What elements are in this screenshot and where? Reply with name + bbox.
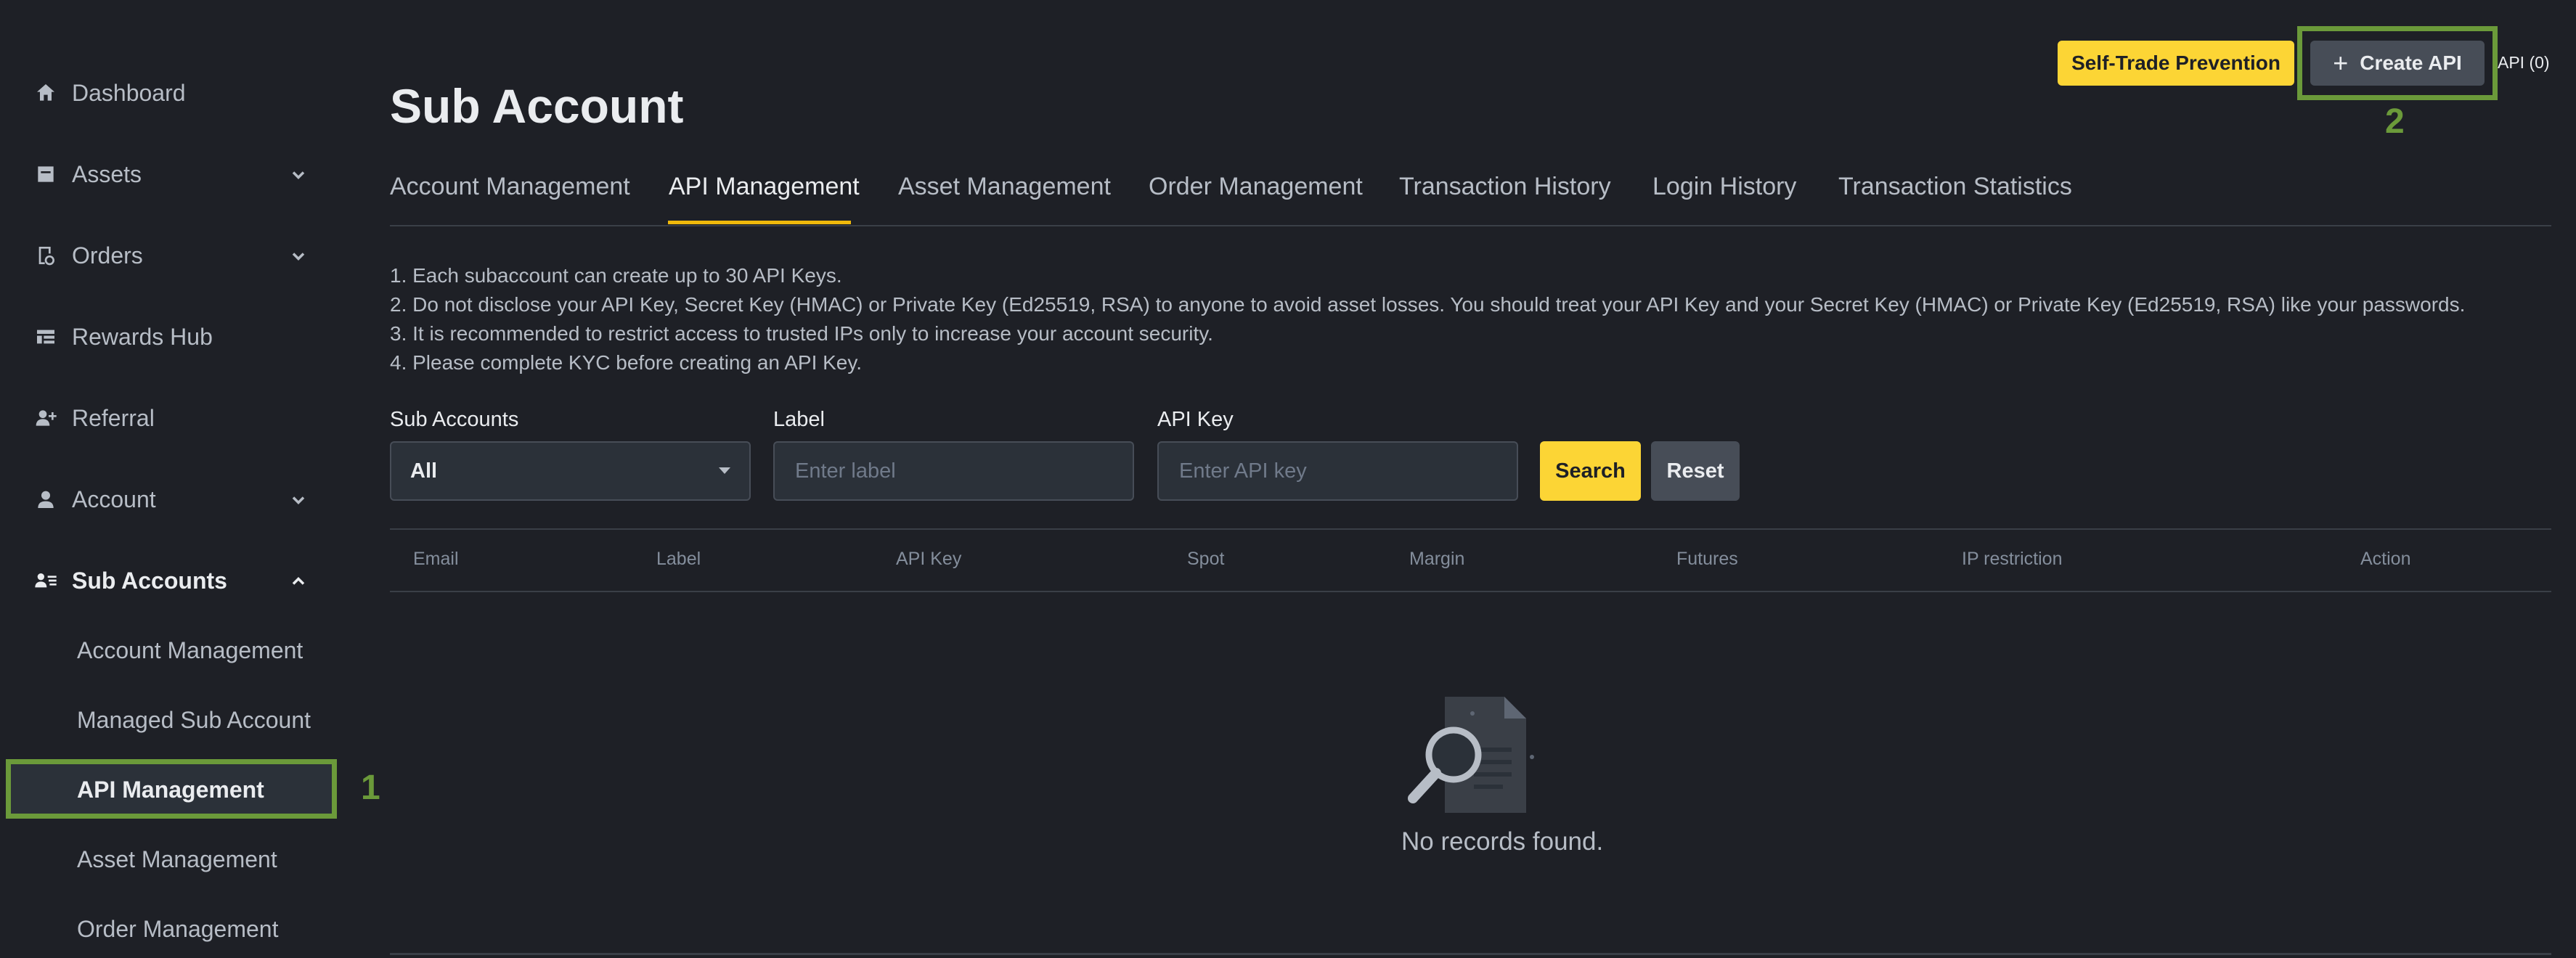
chevron-down-icon[interactable] xyxy=(288,164,309,184)
tab-account-management[interactable]: Account Management xyxy=(390,173,630,201)
divider xyxy=(390,953,2551,955)
sidebar-item-sub-accounts[interactable]: Sub Accounts xyxy=(33,559,309,602)
sub-accounts-select[interactable]: All xyxy=(390,441,751,501)
column-header-margin: Margin xyxy=(1409,549,1465,569)
tab-transaction-history[interactable]: Transaction History xyxy=(1399,173,1611,201)
step-marker-1: 1 xyxy=(361,769,380,807)
sidebar-item-referral[interactable]: Referral xyxy=(33,396,309,440)
sidebar-item-label: Assets xyxy=(72,160,142,187)
column-header-action: Action xyxy=(2360,549,2411,569)
page-title: Sub Account xyxy=(390,79,684,133)
search-button[interactable]: Search xyxy=(1540,441,1641,501)
chevron-up-icon[interactable] xyxy=(288,570,309,591)
tab-asset-management[interactable]: Asset Management xyxy=(898,173,1111,201)
sidebar-item-label: Dashboard xyxy=(72,79,186,106)
sub-accounts-icon xyxy=(33,568,59,594)
label-field-wrapper xyxy=(773,441,1134,501)
sidebar: Dashboard Assets Orders Rewards Hub Refe… xyxy=(0,0,380,958)
home-icon xyxy=(33,80,59,106)
column-header-label: Label xyxy=(656,549,701,569)
sidebar-subitem-order-management[interactable]: Order Management xyxy=(77,907,278,951)
tab-api-management[interactable]: API Management xyxy=(669,173,860,201)
no-records-icon xyxy=(1408,697,1534,813)
api-key-input[interactable] xyxy=(1178,458,1500,484)
sidebar-item-dashboard[interactable]: Dashboard xyxy=(33,71,309,115)
sub-accounts-select-value: All xyxy=(410,459,438,483)
sub-accounts-filter-label: Sub Accounts xyxy=(390,408,519,431)
step-marker-2: 2 xyxy=(2385,102,2405,141)
sidebar-subitem-asset-management[interactable]: Asset Management xyxy=(77,838,277,881)
create-api-label: Create API xyxy=(2360,52,2462,74)
reset-button[interactable]: Reset xyxy=(1651,441,1740,501)
create-api-button[interactable]: + Create API xyxy=(2310,41,2485,86)
rewards-icon xyxy=(33,324,59,350)
note-line: 2. Do not disclose your API Key, Secret … xyxy=(390,293,2466,316)
orders-icon xyxy=(33,242,59,269)
wallet-icon xyxy=(33,161,59,187)
api-key-filter-label: API Key xyxy=(1157,408,1234,431)
note-line: 3. It is recommended to restrict access … xyxy=(390,322,1213,345)
api-notes: 1. Each subaccount can create up to 30 A… xyxy=(390,261,2465,377)
plus-icon: + xyxy=(2333,48,2349,78)
sidebar-item-label: Referral xyxy=(72,404,155,431)
sidebar-item-label: Sub Accounts xyxy=(72,567,227,594)
sidebar-item-label: Account xyxy=(72,486,156,512)
sidebar-item-label: Rewards Hub xyxy=(72,323,213,350)
sidebar-subitem-api-management[interactable]: API Management xyxy=(77,768,264,811)
sidebar-item-assets[interactable]: Assets xyxy=(33,152,309,196)
chevron-down-icon[interactable] xyxy=(288,245,309,266)
tab-transaction-statistics[interactable]: Transaction Statistics xyxy=(1838,173,2072,201)
column-header-spot: Spot xyxy=(1187,549,1225,569)
user-icon xyxy=(33,486,59,512)
table-header: Email Label API Key Spot Margin Futures … xyxy=(390,528,2551,592)
tab-order-management[interactable]: Order Management xyxy=(1149,173,1363,201)
sidebar-item-label: Orders xyxy=(72,242,143,269)
tab-bar: Account Management API Management Asset … xyxy=(390,165,2551,226)
api-count: API (0) xyxy=(2498,53,2550,72)
column-header-ip-restriction: IP restriction xyxy=(1962,549,2063,569)
active-tab-indicator xyxy=(668,221,851,224)
caret-down-icon xyxy=(719,467,730,474)
api-key-field-wrapper xyxy=(1157,441,1518,501)
sidebar-subitem-account-management[interactable]: Account Management xyxy=(77,629,303,672)
chevron-down-icon[interactable] xyxy=(288,489,309,509)
column-header-futures: Futures xyxy=(1676,549,1738,569)
sidebar-item-account[interactable]: Account xyxy=(33,478,309,521)
add-user-icon xyxy=(33,405,59,431)
sidebar-item-orders[interactable]: Orders xyxy=(33,234,309,277)
note-line: 1. Each subaccount can create up to 30 A… xyxy=(390,264,842,287)
tab-login-history[interactable]: Login History xyxy=(1652,173,1796,201)
label-filter-label: Label xyxy=(773,408,825,431)
column-header-email: Email xyxy=(413,549,459,569)
sidebar-subitem-managed-sub-account[interactable]: Managed Sub Account xyxy=(77,698,311,742)
self-trade-prevention-button[interactable]: Self-Trade Prevention xyxy=(2058,41,2294,86)
label-input[interactable] xyxy=(794,458,1116,484)
note-line: 4. Please complete KYC before creating a… xyxy=(390,351,863,374)
sidebar-item-rewards-hub[interactable]: Rewards Hub xyxy=(33,315,309,359)
empty-state-text: No records found. xyxy=(1401,827,1604,856)
column-header-api-key: API Key xyxy=(896,549,962,569)
